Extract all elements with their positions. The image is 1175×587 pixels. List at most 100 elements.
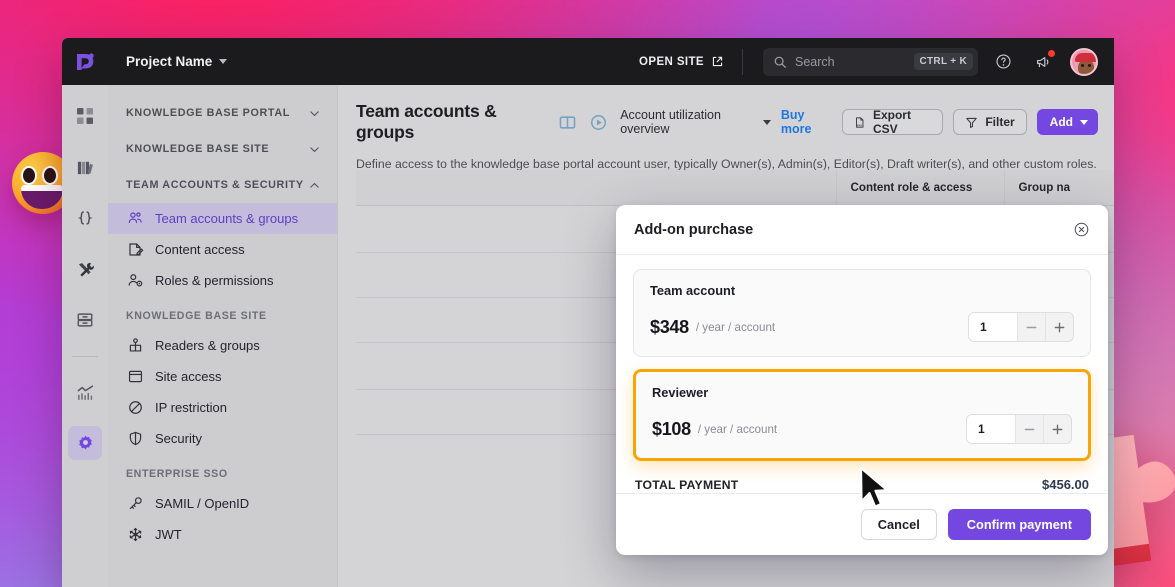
sidebar: KNOWLEDGE BASE PORTAL KNOWLEDGE BASE SIT… [108, 85, 338, 587]
sidebar-item-jwt[interactable]: JWT [108, 519, 337, 550]
sidebar-item-roles-permissions[interactable]: Roles & permissions [108, 265, 337, 296]
line-chart-icon [77, 384, 93, 400]
sidebar-item-site-access[interactable]: Site access [108, 361, 337, 392]
sidebar-item-team-accounts-groups[interactable]: Team accounts & groups [108, 203, 337, 234]
emoji-eye-right [42, 166, 58, 185]
emoji-eye-left [21, 166, 37, 185]
people-group-icon [126, 210, 144, 227]
add-on-purchase-modal: Add-on purchase Team account $348 / year… [616, 205, 1108, 555]
project-name-dropdown[interactable]: Project Name [126, 54, 228, 69]
modal-overlay: Add-on purchase Team account $348 / year… [338, 85, 1114, 587]
key-icon [126, 495, 144, 512]
snowflake-icon [126, 526, 144, 543]
rail-item-code[interactable] [68, 201, 102, 235]
external-link-icon [712, 56, 723, 67]
icon-rail [62, 85, 108, 587]
open-site-button[interactable]: OPEN SITE [639, 55, 742, 68]
quantity-decrement-button[interactable] [1015, 415, 1043, 443]
rail-item-library[interactable] [68, 150, 102, 184]
addon-period: / year / account [697, 422, 778, 436]
sidebar-group-knowledge-base-site[interactable]: KNOWLEDGE BASE SITE [108, 131, 337, 167]
total-payment-value: $456.00 [1042, 477, 1089, 492]
avatar[interactable] [1070, 47, 1098, 76]
addon-price-row: $348 / year / account [650, 312, 1074, 342]
grid-squares-icon [77, 108, 93, 124]
sidebar-item-readers-groups[interactable]: Readers & groups [108, 330, 337, 361]
sidebar-group-label: TEAM ACCOUNTS & SECURITY [126, 179, 304, 191]
document-edit-icon [126, 241, 144, 258]
rail-item-dashboard[interactable] [68, 99, 102, 133]
chevron-down-icon [310, 110, 319, 116]
main-content: Team accounts & groups Account utilizati… [338, 85, 1114, 587]
modal-title: Add-on purchase [634, 221, 754, 238]
quantity-stepper[interactable] [968, 312, 1074, 342]
search-placeholder: Search [795, 54, 835, 69]
sidebar-item-samil-openid[interactable]: SAMIL / OpenID [108, 488, 337, 519]
rail-item-archive[interactable] [68, 303, 102, 337]
avatar-hat [1075, 52, 1096, 62]
rail-item-settings[interactable] [68, 426, 102, 460]
close-circle-icon[interactable] [1073, 221, 1090, 238]
total-payment-label: TOTAL PAYMENT [635, 477, 739, 492]
quantity-decrement-button[interactable] [1017, 313, 1045, 341]
sidebar-group-knowledge-base-portal[interactable]: KNOWLEDGE BASE PORTAL [108, 95, 337, 131]
modal-body: Team account $348 / year / account 1 Rev… [616, 255, 1108, 493]
sidebar-subheader-knowledge-base-site: KNOWLEDGE BASE SITE [126, 310, 267, 322]
addon-name: Team account [650, 283, 736, 298]
top-bar-right: OPEN SITE Search CTRL + K [639, 38, 1114, 85]
gear-icon [78, 435, 92, 450]
avatar-eyes [1081, 63, 1091, 67]
quantity-input[interactable] [969, 313, 1017, 341]
sidebar-item-label: Content access [155, 242, 245, 257]
sidebar-item-security[interactable]: Security [108, 423, 337, 454]
confirm-payment-button[interactable]: Confirm payment [947, 509, 1091, 540]
no-entry-icon [126, 399, 144, 416]
quantity-increment-button[interactable] [1045, 313, 1073, 341]
plus-icon [1052, 424, 1063, 434]
top-bar: Project Name OPEN SITE Search CTRL + K [62, 38, 1114, 85]
search-shortcut-badge: CTRL + K [913, 53, 973, 70]
help-button[interactable] [988, 47, 1018, 77]
quantity-stepper[interactable] [966, 414, 1072, 444]
sidebar-item-label: Team accounts & groups [155, 211, 299, 226]
open-site-label: OPEN SITE [639, 55, 704, 68]
addon-card-reviewer[interactable]: Reviewer $108 / year / account [633, 369, 1091, 461]
sidebar-item-label: IP restriction [155, 400, 228, 415]
chevron-down-icon [310, 146, 319, 152]
modal-header: Add-on purchase [616, 205, 1108, 255]
addon-price: $348 [650, 316, 689, 337]
divider [742, 48, 743, 75]
quantity-increment-button[interactable] [1043, 415, 1071, 443]
search-icon [774, 56, 786, 68]
reader-icon [126, 337, 144, 354]
addon-period: / year / account [695, 320, 776, 334]
sidebar-item-label: SAMIL / OpenID [155, 496, 250, 511]
emoji-mouth [21, 185, 63, 209]
minus-icon [1026, 326, 1037, 328]
announcements-button[interactable] [1028, 47, 1058, 77]
addon-card-team-account[interactable]: Team account $348 / year / account [633, 269, 1091, 357]
addon-price: $108 [652, 418, 691, 439]
search-input[interactable]: Search CTRL + K [763, 47, 978, 76]
sidebar-item-label: Roles & permissions [155, 273, 274, 288]
chevron-down-icon [219, 59, 228, 64]
curly-braces-icon [77, 211, 93, 225]
addon-name: Reviewer [652, 385, 709, 400]
rail-item-tools[interactable] [68, 252, 102, 286]
app-window: Project Name OPEN SITE Search CTRL + K K… [62, 38, 1114, 587]
drawers-icon [77, 313, 93, 327]
sidebar-group-team-accounts-security[interactable]: TEAM ACCOUNTS & SECURITY [108, 167, 337, 203]
rail-divider [72, 356, 98, 357]
sidebar-item-label: Site access [155, 369, 222, 384]
user-gear-icon [126, 272, 144, 289]
sidebar-item-content-access[interactable]: Content access [108, 234, 337, 265]
cancel-button[interactable]: Cancel [860, 509, 937, 540]
plus-icon [1054, 322, 1065, 332]
rail-item-analytics[interactable] [68, 375, 102, 409]
quantity-input[interactable] [967, 415, 1015, 443]
sidebar-item-ip-restriction[interactable]: IP restriction [108, 392, 337, 423]
brand-logo-icon[interactable] [62, 50, 108, 74]
shield-icon [126, 430, 144, 447]
app-body: KNOWLEDGE BASE PORTAL KNOWLEDGE BASE SIT… [62, 85, 1114, 587]
sidebar-group-label: KNOWLEDGE BASE PORTAL [126, 107, 290, 119]
